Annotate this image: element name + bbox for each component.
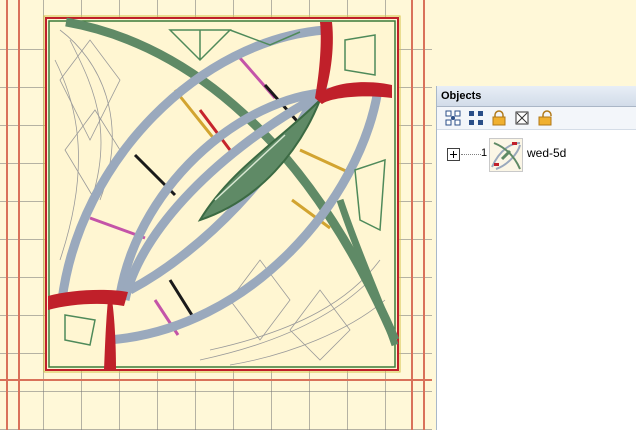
objects-tree: 1 wed-5d bbox=[437, 130, 636, 172]
lock-button[interactable] bbox=[489, 109, 509, 127]
design-canvas[interactable] bbox=[0, 0, 432, 430]
lock-all-icon bbox=[515, 111, 529, 125]
tree-item-label: wed-5d bbox=[527, 146, 567, 160]
hoop-border-right bbox=[411, 0, 425, 430]
hoop-border-left bbox=[6, 0, 20, 430]
unlock-icon bbox=[538, 110, 552, 126]
tree-item-index: 1 bbox=[481, 147, 488, 159]
embroidery-design[interactable] bbox=[0, 0, 432, 430]
ungroup-objects-icon bbox=[469, 111, 483, 125]
objects-toolbar bbox=[437, 107, 636, 130]
tree-item[interactable]: 1 wed-5d bbox=[437, 138, 636, 172]
lock-all-button[interactable] bbox=[512, 109, 532, 127]
lock-icon bbox=[492, 110, 506, 126]
objects-panel-title: Objects bbox=[437, 86, 636, 107]
tree-connector bbox=[461, 154, 481, 155]
group-objects-button[interactable] bbox=[443, 109, 463, 127]
group-objects-icon bbox=[445, 110, 461, 126]
ungroup-objects-button[interactable] bbox=[466, 109, 486, 127]
expand-icon[interactable] bbox=[447, 148, 460, 161]
unlock-button[interactable] bbox=[535, 109, 555, 127]
objects-panel: Objects 1 wed-5d bbox=[436, 86, 636, 430]
design-thumbnail bbox=[489, 138, 523, 172]
